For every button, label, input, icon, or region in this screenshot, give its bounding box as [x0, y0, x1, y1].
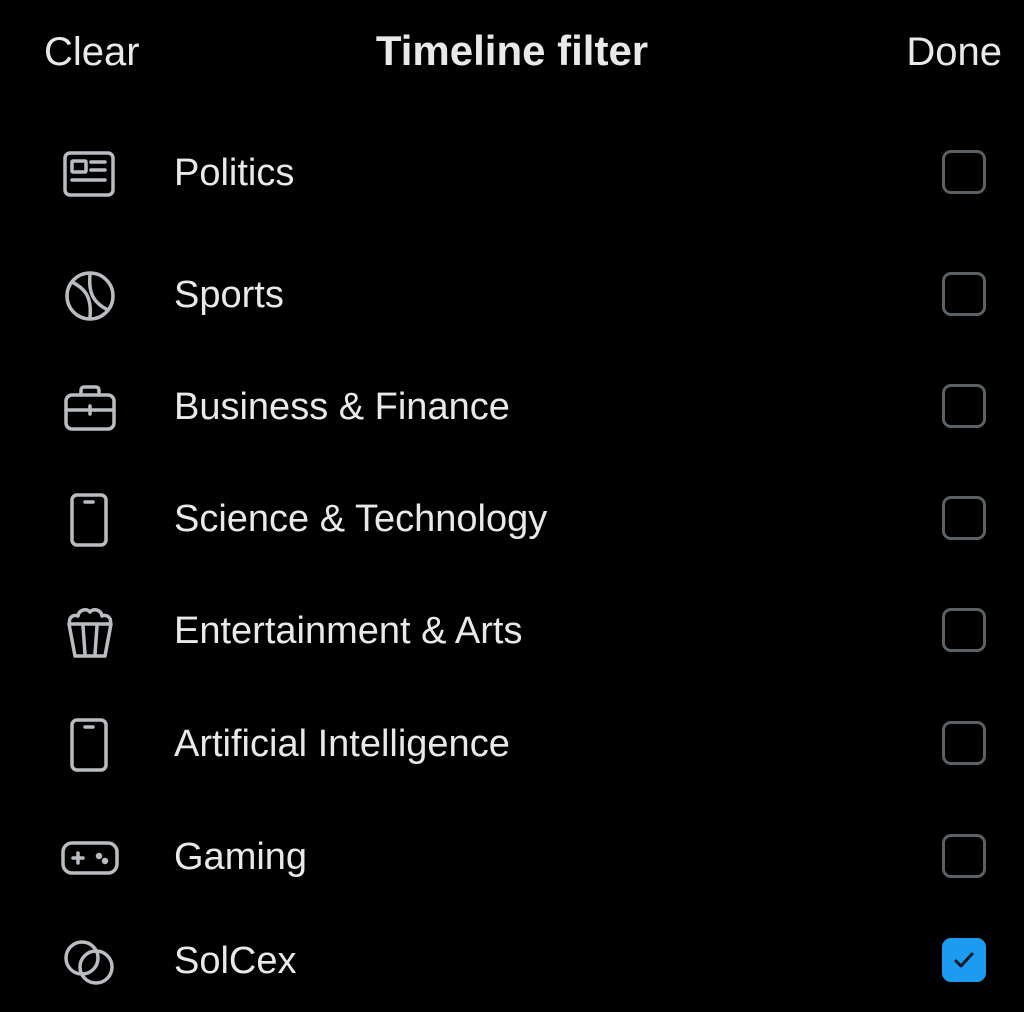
filter-checkbox[interactable]: [942, 721, 986, 765]
filter-label: Gaming: [174, 836, 308, 878]
filter-row-politics[interactable]: Politics: [0, 124, 1024, 224]
filter-row-science-technology[interactable]: Science & Technology: [0, 470, 1024, 570]
filter-row-artificial-intelligence[interactable]: Artificial Intelligence: [0, 695, 1024, 795]
tennis-ball-icon: [58, 268, 122, 324]
filter-label: Entertainment & Arts: [174, 610, 523, 652]
filter-label: SolCex: [174, 940, 297, 982]
popcorn-icon: [58, 604, 122, 660]
filter-checkbox[interactable]: [942, 150, 986, 194]
briefcase-icon: [58, 380, 122, 436]
page-title: Timeline filter: [375, 27, 649, 74]
gamepad-icon: [58, 830, 122, 886]
filter-row-solcex[interactable]: SolCex: [0, 912, 1024, 1012]
filter-label: Artificial Intelligence: [174, 723, 510, 765]
phone-icon: [58, 492, 122, 548]
filter-row-entertainment-arts[interactable]: Entertainment & Arts: [0, 582, 1024, 682]
filter-checkbox-checked[interactable]: [942, 938, 986, 982]
filter-label: Politics: [174, 152, 295, 194]
filter-checkbox[interactable]: [942, 608, 986, 652]
filter-checkbox[interactable]: [942, 496, 986, 540]
filter-checkbox[interactable]: [942, 384, 986, 428]
newspaper-icon: [58, 146, 122, 202]
filter-row-sports[interactable]: Sports: [0, 246, 1024, 346]
phone-icon: [58, 717, 122, 773]
filter-checkbox[interactable]: [942, 834, 986, 878]
filter-row-gaming[interactable]: Gaming: [0, 808, 1024, 908]
done-button[interactable]: Done: [906, 28, 1002, 76]
header-bar: Clear Timeline filter Done: [0, 0, 1024, 104]
overlapping-circles-icon: [58, 934, 122, 990]
filter-row-business-finance[interactable]: Business & Finance: [0, 358, 1024, 458]
filter-label: Science & Technology: [174, 498, 548, 540]
filter-label: Business & Finance: [174, 386, 510, 428]
filter-label: Sports: [174, 274, 284, 316]
checkmark-icon: [954, 952, 974, 968]
filter-checkbox[interactable]: [942, 272, 986, 316]
